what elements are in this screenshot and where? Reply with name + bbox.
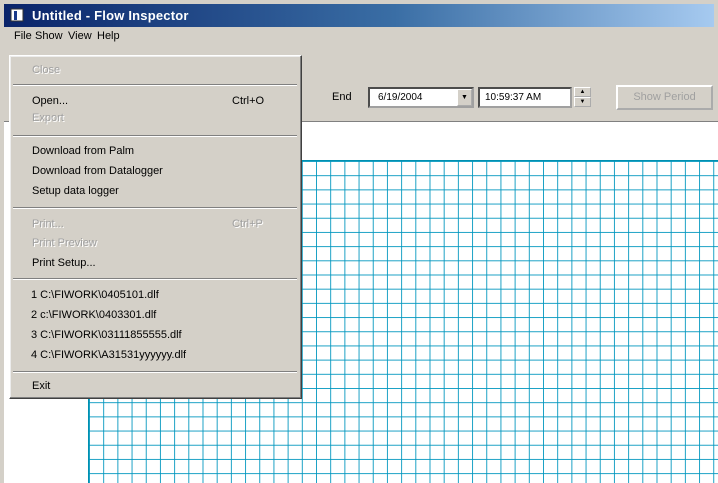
chevron-down-icon[interactable]: ▼ (457, 89, 472, 106)
menu-item-recent-2[interactable]: 2 c:\FIWORK\0403301.dlf (31, 309, 156, 321)
menu-item-download-palm[interactable]: Download from Palm (32, 145, 134, 157)
file-menu-dropdown: Close Open... Ctrl+O Export Download fro… (9, 55, 302, 399)
spin-up-icon[interactable]: ▲ (574, 87, 591, 97)
menu-item-close: Close (32, 64, 61, 76)
menu-item-recent-4[interactable]: 4 C:\FIWORK\A31531yyyyyy.dlf (31, 349, 186, 361)
menu-item-setup-datalogger[interactable]: Setup data logger (32, 185, 119, 197)
menu-item-print-setup[interactable]: Print Setup... (32, 257, 96, 269)
open-shortcut: Ctrl+O (232, 95, 265, 107)
menu-item-recent-3[interactable]: 3 C:\FIWORK\03111855555.dlf (31, 329, 182, 341)
end-date-picker[interactable]: 6/19/2004 ▼ (368, 87, 474, 108)
end-date-value: 6/19/2004 (378, 92, 423, 103)
end-time-value: 10:59:37 AM (485, 92, 542, 103)
menu-view[interactable]: View (68, 30, 92, 42)
menu-separator (13, 84, 297, 86)
menu-bar: File Show View Help (4, 27, 714, 47)
print-shortcut: Ctrl+P (232, 218, 263, 230)
menu-item-print-preview: Print Preview (32, 237, 97, 249)
menu-item-recent-1[interactable]: 1 C:\FIWORK\0405101.dlf (31, 289, 159, 301)
app-window: Untitled - Flow Inspector File Show View… (0, 0, 718, 483)
app-icon (10, 8, 24, 22)
menu-separator (13, 135, 297, 137)
menu-separator (13, 207, 297, 209)
menu-show[interactable]: Show (35, 30, 63, 42)
menu-help[interactable]: Help (97, 30, 120, 42)
window-title: Untitled - Flow Inspector (32, 8, 189, 23)
menu-file[interactable]: File (14, 30, 32, 42)
time-spinner[interactable]: ▲ ▼ (574, 87, 591, 108)
show-period-button[interactable]: Show Period (616, 85, 713, 110)
menu-separator (13, 278, 297, 280)
title-bar[interactable]: Untitled - Flow Inspector (4, 4, 714, 27)
menu-item-print: Print... (32, 218, 64, 230)
menu-item-export: Export (32, 112, 64, 124)
menu-item-exit[interactable]: Exit (32, 380, 50, 392)
menu-separator (13, 371, 297, 373)
spin-down-icon[interactable]: ▼ (574, 97, 591, 107)
end-time-field[interactable]: 10:59:37 AM (478, 87, 572, 108)
end-label: End (332, 91, 352, 103)
menu-item-open[interactable]: Open... (32, 95, 68, 107)
menu-item-download-datalogger[interactable]: Download from Datalogger (32, 165, 163, 177)
